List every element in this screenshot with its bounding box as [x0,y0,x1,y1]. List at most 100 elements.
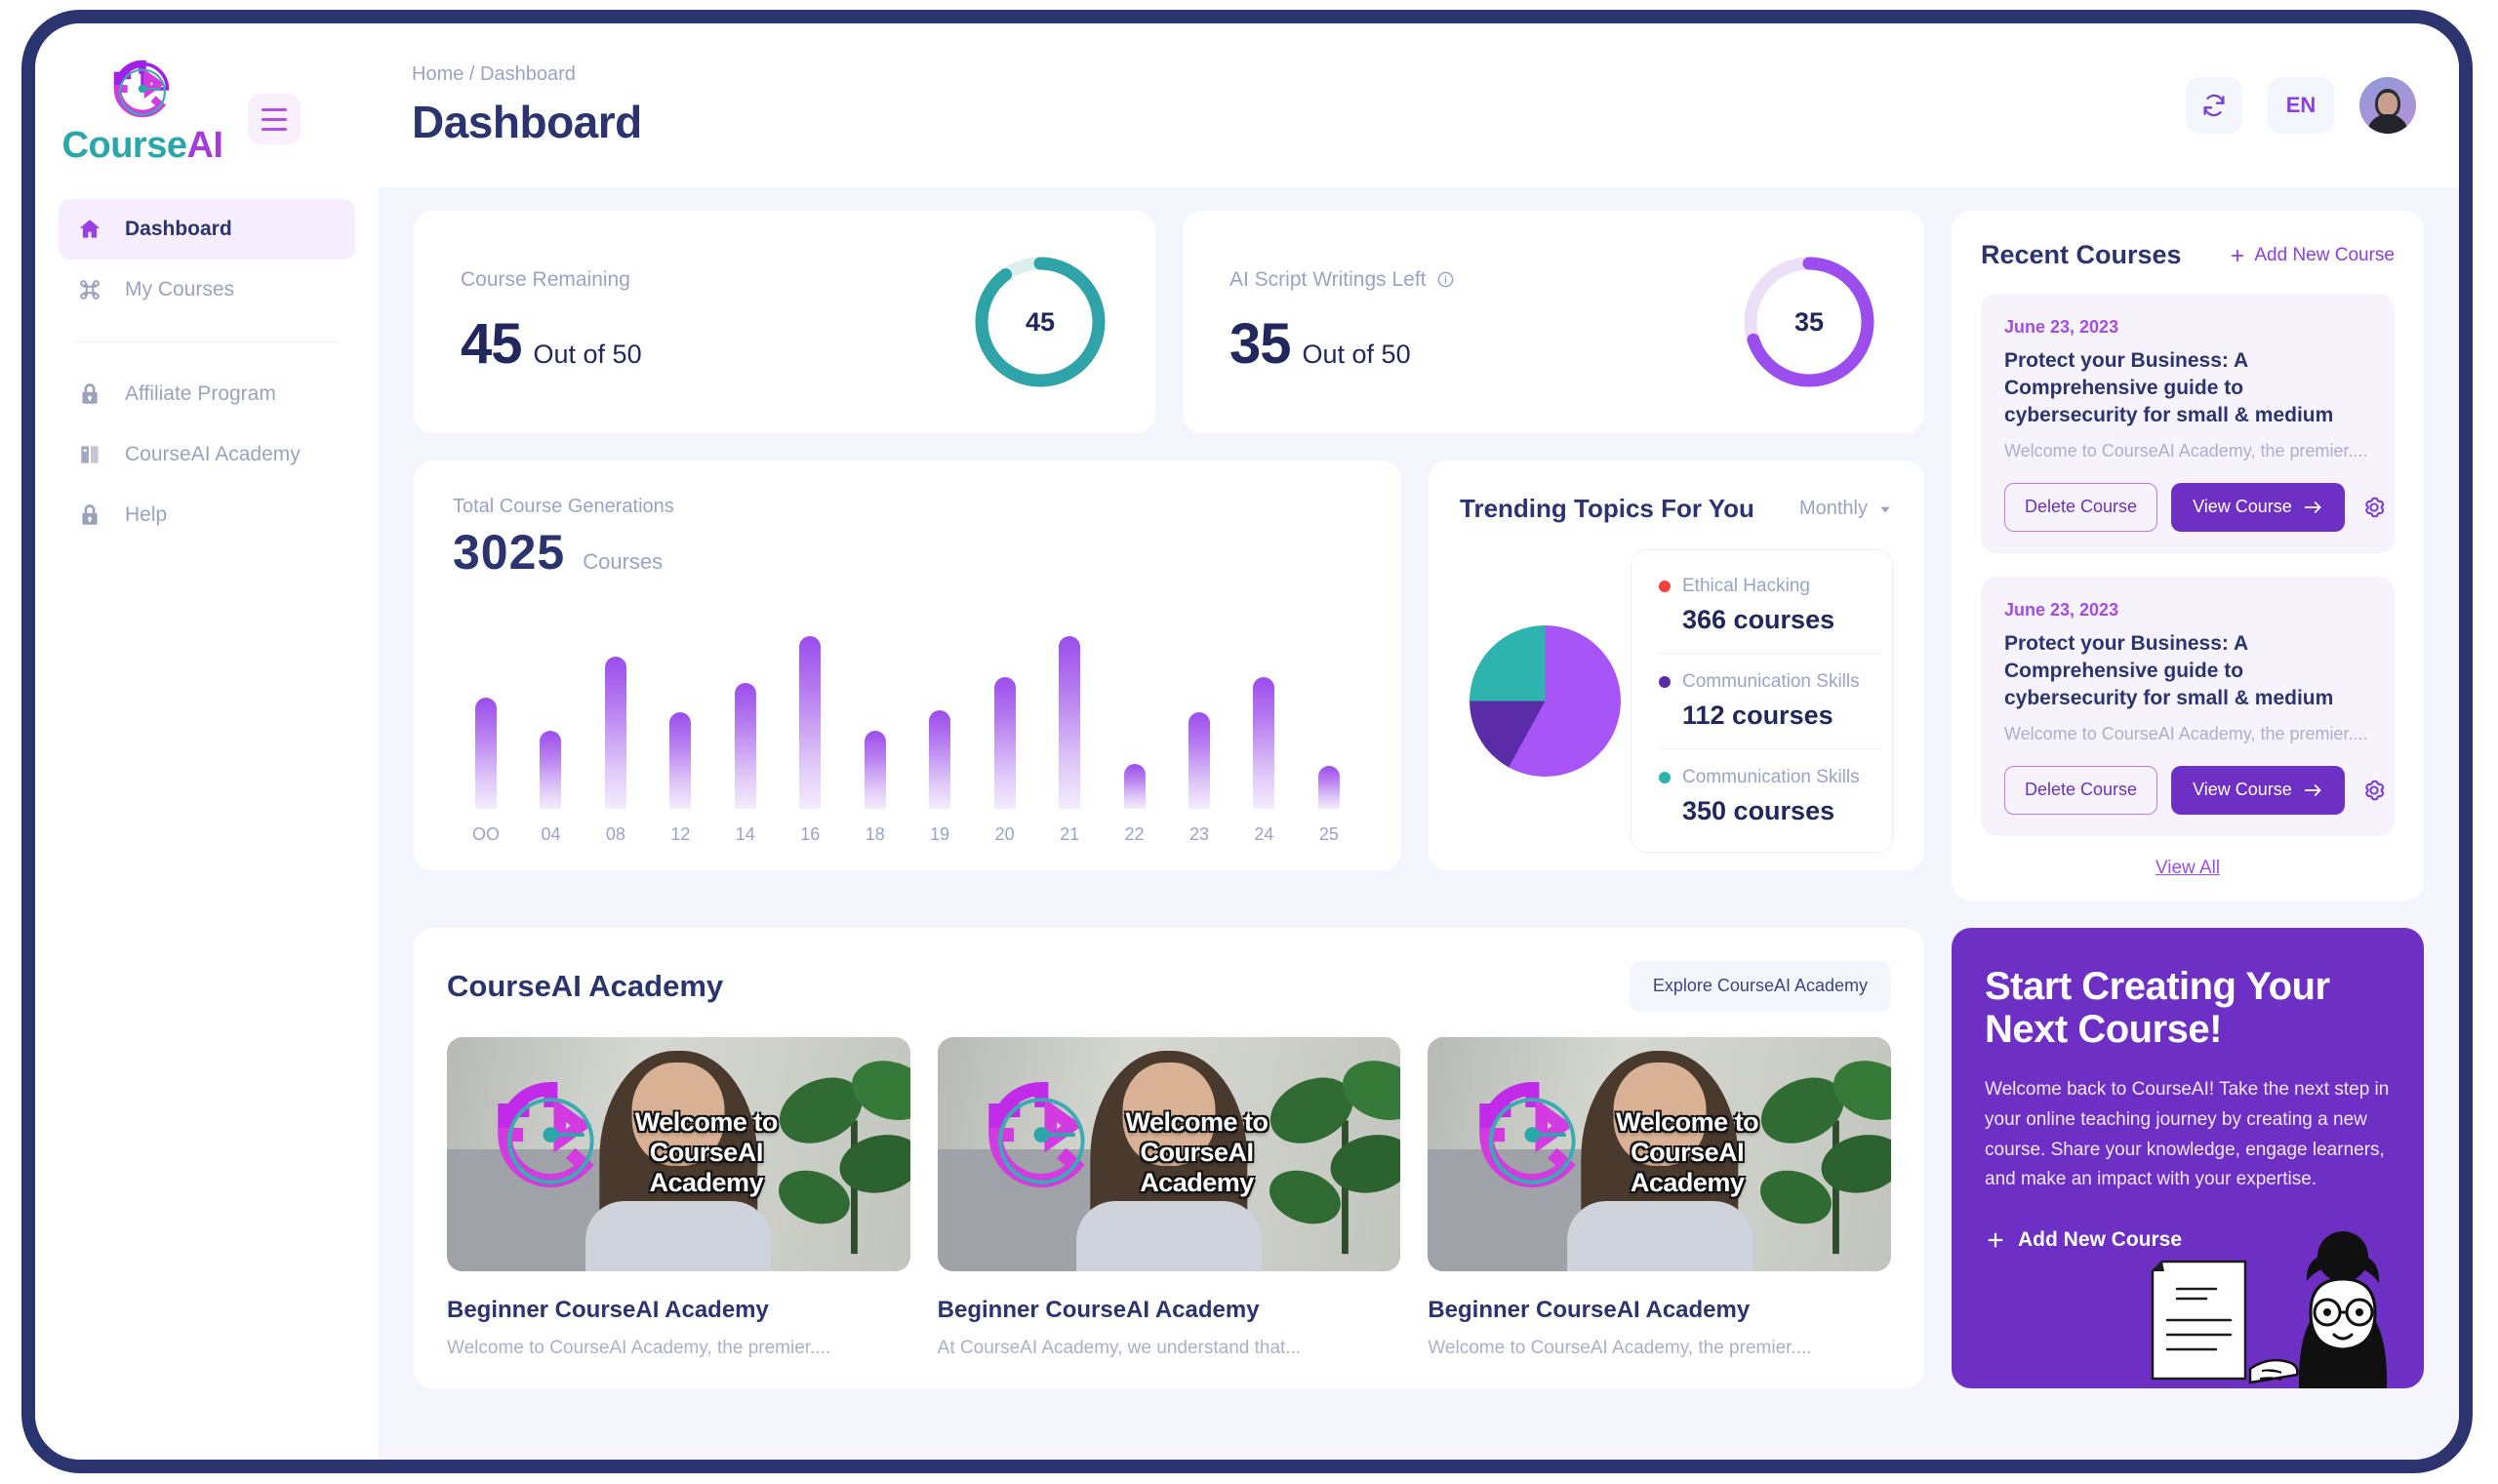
bar[interactable] [1123,764,1146,809]
recent-course-item: June 23, 2023 Protect your Business: A C… [1981,294,2395,553]
recent-title: Recent Courses [1981,240,2182,269]
donut-value: 45 [1025,306,1056,337]
delete-course-button[interactable]: Delete Course [2004,765,2158,815]
logo[interactable]: CourseAI [61,51,223,167]
legend-dot [1659,772,1671,783]
view-course-button[interactable]: View Course [2171,482,2345,532]
bar[interactable] [1188,712,1210,809]
book-icon [76,441,103,468]
generations-unit: Courses [583,549,664,574]
gear-icon [2365,780,2384,800]
explore-academy-button[interactable]: Explore CourseAI Academy [1629,960,1891,1012]
bar-column: 19 [918,710,961,845]
bar[interactable] [669,712,692,809]
bar-column: 04 [529,731,572,845]
bar-label: 24 [1254,824,1274,844]
academy-item-description: Welcome to CourseAI Academy, the premier… [1428,1337,1812,1358]
stat-cards: Course Remaining 45 Out of 50 45 AI Scri… [414,211,1924,433]
generations-label: Total Course Generations [453,496,674,517]
sidebar-divider [76,341,338,342]
sidebar-item-my-courses[interactable]: My Courses [59,260,355,320]
academy-item-description: At CourseAI Academy, we understand that.… [937,1337,1302,1358]
sidebar-item-label: CourseAI Academy [125,443,301,465]
bar-column: 20 [984,677,1027,845]
bar-column: 08 [594,657,637,845]
logo-text-course: Course [61,125,187,166]
view-course-button[interactable]: View Course [2171,765,2345,815]
bar-column: 23 [1178,712,1221,845]
legend-top: Ethical Hacking [1659,576,1882,597]
page-heading: Home / Dashboard Dashboard [412,63,642,148]
refresh-icon [2203,94,2225,117]
breadcrumb[interactable]: Home / Dashboard [412,63,642,86]
view-all-link[interactable]: View All [1981,858,2395,879]
course-settings-button[interactable] [2360,494,2388,521]
sidebar-item-help[interactable]: Help [59,485,355,545]
course-actions: Delete Course View Course [2004,765,2384,815]
thumbnail-person-body [585,1200,772,1271]
bar-column: 24 [1242,677,1285,845]
trending-legend: Ethical Hacking 366 courses Communicatio… [1631,549,1893,853]
legend-dot [1659,581,1671,592]
sidebar-item-dashboard[interactable]: Dashboard [59,199,355,260]
academy-header: CourseAI Academy Explore CourseAI Academ… [447,960,1891,1012]
lock-icon [76,501,103,529]
academy-item-title: Beginner CourseAI Academy [447,1296,769,1323]
cta-title: Start Creating Your Next Course! [1985,964,2330,1052]
bar-label: 20 [994,824,1015,844]
legend-name: Communication Skills [1682,671,1860,692]
trending-period-select[interactable]: Monthly [1799,498,1893,520]
brand-row: CourseAI [35,45,379,191]
add-new-course-link[interactable]: Add New Course [2229,245,2395,266]
sidebar-item-label: Dashboard [125,218,232,240]
bar[interactable] [799,636,822,809]
info-icon[interactable] [1436,270,1455,289]
language-button[interactable]: EN [2268,77,2334,134]
bar[interactable] [929,710,951,809]
pie-chart [1470,625,1621,777]
gear-icon [2365,497,2384,518]
bar[interactable] [540,731,562,809]
sidebar-item-label: My Courses [125,278,235,301]
bar[interactable] [604,657,626,809]
menu-toggle-button[interactable] [248,94,301,144]
bar-column: 25 [1308,766,1350,845]
page-title: Dashboard [412,96,642,147]
bar-label: 22 [1124,824,1145,844]
legend-name: Ethical Hacking [1682,576,1810,596]
dashboard-content: Course Remaining 45 Out of 50 45 AI Scri… [379,187,2459,1460]
donut-chart-ai-script: 35 [1741,254,1877,390]
stat-outof: Out of 50 [533,339,642,369]
plus-icon [2232,249,2244,261]
sidebar-item-courseai-academy[interactable]: CourseAI Academy [59,424,355,485]
topbar: Home / Dashboard Dashboard EN [379,23,2459,187]
academy-video-thumbnail[interactable]: Welcome to CourseAI Academy [1428,1036,1892,1271]
course-settings-button[interactable] [2360,777,2388,804]
academy-video-thumbnail[interactable]: Welcome to CourseAI Academy [937,1036,1401,1271]
bar[interactable] [1253,677,1275,809]
bar-label: 08 [605,824,625,844]
trending-header: Trending Topics For You Monthly [1460,494,1893,524]
bar[interactable] [993,677,1016,809]
academy-title: CourseAI Academy [447,968,724,1003]
sidebar-item-affiliate-program[interactable]: Affiliate Program [59,364,355,424]
donut-value: 35 [1793,306,1825,337]
academy-video-thumbnail[interactable]: Welcome to CourseAI Academy [447,1036,910,1271]
bar-label: 18 [865,824,885,844]
recent-header: Recent Courses Add New Course [1981,240,2395,270]
donut-chart-course-remaining: 45 [972,254,1108,390]
thumbnail-person-body [1566,1200,1753,1271]
bar[interactable] [864,731,886,809]
refresh-button[interactable] [2186,77,2242,134]
bar-label: 23 [1189,824,1209,844]
delete-course-button[interactable]: Delete Course [2004,482,2158,532]
bar[interactable] [734,682,756,809]
course-date: June 23, 2023 [2004,317,2119,337]
stat-card-ai-script-writings: AI Script Writings Left 35 Out of 50 35 [1183,211,1924,433]
bar[interactable] [475,698,497,809]
avatar[interactable] [2359,77,2416,134]
academy-item: Welcome to CourseAI Academy Beginner Cours… [937,1036,1401,1359]
bar[interactable] [1317,766,1340,809]
bar-column: 12 [659,712,702,845]
bar[interactable] [1059,636,1081,809]
